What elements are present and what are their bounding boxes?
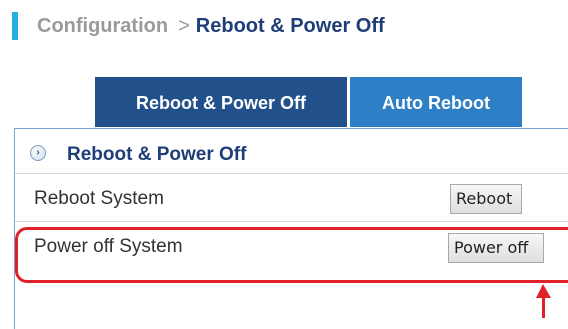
breadcrumb: Configuration > Reboot & Power Off xyxy=(37,12,385,40)
reboot-button[interactable]: Reboot xyxy=(450,184,522,214)
tab-reboot-power-off[interactable]: Reboot & Power Off xyxy=(94,76,348,128)
expand-arrow-icon[interactable]: › xyxy=(30,145,46,161)
arrow-shaft xyxy=(542,296,545,318)
reboot-system-row: Reboot System Reboot xyxy=(15,173,568,221)
highlight-box xyxy=(15,227,568,283)
tab-auto-reboot[interactable]: Auto Reboot xyxy=(349,76,523,128)
breadcrumb-current: Reboot & Power Off xyxy=(195,15,385,37)
breadcrumb-separator: > xyxy=(178,15,190,37)
breadcrumb-accent-bar xyxy=(12,12,18,40)
reboot-system-label: Reboot System xyxy=(34,188,164,209)
breadcrumb-section: Configuration xyxy=(37,15,169,37)
panel-title: Reboot & Power Off xyxy=(67,144,247,165)
